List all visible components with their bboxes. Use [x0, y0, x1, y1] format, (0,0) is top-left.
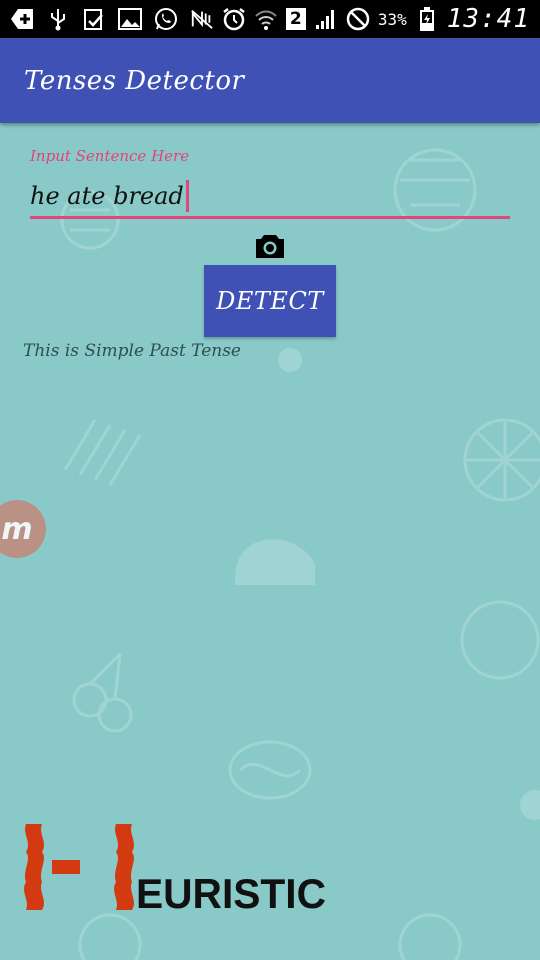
text-cursor — [185, 179, 189, 212]
detect-button[interactable]: DETECT — [204, 265, 336, 337]
background-pattern — [60, 148, 540, 960]
camera-icon — [256, 235, 284, 258]
heuristic-logo: EURISTIC — [24, 824, 326, 915]
camera-button[interactable] — [254, 232, 286, 260]
floating-overlay-label: m — [1, 511, 33, 547]
app-bar: Tenses Detector — [0, 38, 540, 123]
app-title: Tenses Detector — [24, 65, 245, 96]
input-label: Input Sentence Here — [30, 147, 190, 165]
sentence-input-value: he ate bread — [30, 181, 184, 210]
logo-wordmark: EURISTIC — [136, 870, 326, 915]
result-text: This is Simple Past Tense — [23, 341, 241, 361]
sentence-input[interactable]: he ate bread — [30, 175, 510, 219]
